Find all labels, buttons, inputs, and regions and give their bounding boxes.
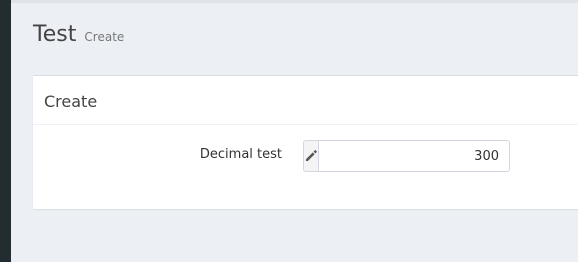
sidebar bbox=[0, 0, 11, 262]
decimal-test-label: Decimal test bbox=[199, 147, 282, 162]
decimal-test-input-group bbox=[303, 140, 510, 172]
content-header: Test Create bbox=[33, 22, 124, 47]
page-title: Test bbox=[33, 22, 77, 47]
decimal-test-input[interactable] bbox=[318, 140, 510, 172]
box-header: Create bbox=[33, 76, 578, 125]
box-title: Create bbox=[44, 92, 98, 111]
create-form-box: Create Decimal test bbox=[33, 75, 578, 209]
form-group-decimal-test: Decimal test bbox=[33, 140, 578, 174]
pencil-icon[interactable] bbox=[303, 140, 318, 172]
top-navbar bbox=[11, 0, 578, 3]
page-subtitle: Create bbox=[84, 30, 125, 44]
